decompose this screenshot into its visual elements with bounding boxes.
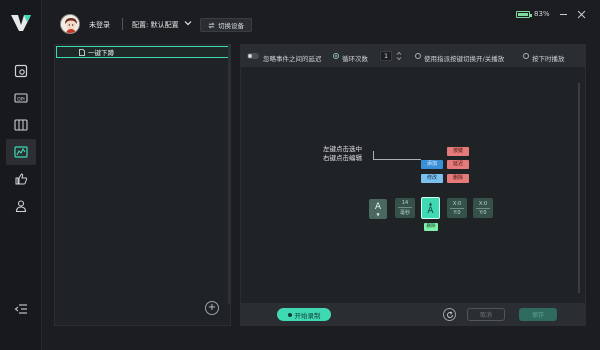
svg-text:DPI: DPI [17,96,25,102]
record-dot-icon [287,312,292,317]
key-down-arrow-icon: ▼ [376,211,380,217]
add-macro-button[interactable]: + [205,301,219,315]
macro-list-panel: 一键下蹲 [54,44,231,326]
sidebar-item-user[interactable] [6,193,36,219]
loop-count-input[interactable]: 1 [380,51,392,61]
macro-icon [14,146,28,158]
dpi-icon: DPI [14,93,28,103]
delay-unit: 毫秒 [399,210,410,216]
loop-label: 循环次数 [342,55,368,63]
avatar-icon [61,15,79,33]
selected-tag: 删除 [424,223,438,231]
sidebar-item-settings[interactable] [6,58,36,84]
mouse-position-tile[interactable]: X:0 Y:0 [473,198,493,218]
switch-device-button[interactable]: 切换设备 [200,18,252,32]
coord-x: X:0 [452,200,462,207]
coord-x: X:0 [478,200,488,207]
settings-panel-icon [14,64,28,78]
context-menu-add[interactable]: 添加 [421,160,443,169]
context-menu-edit[interactable]: 修改 [421,174,443,183]
thumbs-up-icon [15,173,28,185]
loop-count-stepper[interactable] [396,51,402,61]
stepper-arrows-icon [396,51,402,61]
plus-icon: + [207,302,217,313]
sidebar-item-dpi[interactable]: DPI [6,85,36,111]
hint-connector [373,159,421,160]
delay-value: 14 [401,200,409,206]
sidebar: DPI [0,0,42,350]
loop-radio[interactable] [333,53,339,59]
sidebar-item-like[interactable] [6,166,36,192]
refresh-icon [446,310,453,318]
minimize-button[interactable] [557,8,569,20]
battery-icon [516,10,532,18]
divider [122,18,123,30]
editor-scrollbar[interactable] [578,83,580,293]
context-menu-delay[interactable]: 延迟 [447,160,469,169]
start-record-label: 开始录制 [294,311,321,320]
start-record-button[interactable]: 开始录制 [277,308,331,321]
config-selector-label[interactable]: 配置: 默认配置 [132,20,179,30]
sidebar-item-keys[interactable] [6,112,36,138]
macro-list-item[interactable]: 一键下蹲 [56,46,230,58]
user-icon [15,200,27,213]
chevron-down-icon[interactable] [184,19,192,27]
hint-line-edit: 右键点击编辑 [323,154,362,162]
switch-device-label: 切换设备 [218,22,244,30]
ignore-delay-toggle[interactable] [247,53,259,59]
collapse-menu-button[interactable] [6,296,36,322]
file-icon [79,48,85,56]
editor-footer: 开始录制 取消 保存 [241,303,585,325]
macro-editor-panel: 忽略事件之间的延迟 循环次数 1 使用指派按键切换开/关播放 按下时播放 左键点… [240,44,586,326]
close-button[interactable] [575,8,587,20]
reset-button[interactable] [443,308,456,321]
cancel-button[interactable]: 取消 [467,308,505,321]
battery-percent: 83% [534,10,550,18]
battery-fill [518,12,528,16]
toggle-play-radio[interactable] [415,53,421,59]
toggle-play-label: 使用指派按键切换开/关播放 [424,55,505,63]
context-menu-key[interactable]: 按键 [447,147,469,156]
macro-item-label: 一键下蹲 [88,49,114,57]
coord-y: Y:0 [453,209,461,216]
swap-icon [208,22,215,28]
close-icon [577,10,585,18]
battery-status: 83% [516,10,550,18]
top-bar: 未登录 配置: 默认配置 切换设备 83% [42,0,600,40]
hold-play-label: 按下时播放 [532,55,565,63]
coord-y: Y:0 [479,209,487,216]
editor-hint: 左键点击选中 右键点击编辑 [323,145,362,163]
divider [450,207,464,209]
selected-key-label: A [427,205,434,216]
hold-play-radio[interactable] [523,53,529,59]
ignore-delay-label: 忽略事件之间的延迟 [263,55,322,63]
collapse-menu-icon [14,304,27,314]
mouse-position-tile[interactable]: X:0 Y:0 [447,198,467,218]
minimize-icon [559,13,567,15]
selected-key-event-tile[interactable]: ▲ A [421,197,440,219]
divider [476,207,490,209]
keyboard-icon [14,119,28,131]
context-menu-delete[interactable]: 删除 [447,174,469,183]
delay-event-tile[interactable]: 14 毫秒 [395,198,415,218]
key-event-tile[interactable]: A ▼ [369,199,387,219]
key-label: A [374,201,382,212]
divider [398,207,412,208]
macro-list-scrollbar[interactable] [228,44,231,304]
sidebar-item-macro[interactable] [6,139,36,165]
v-logo-icon [11,15,31,31]
save-button[interactable]: 保存 [519,308,557,321]
login-status[interactable]: 未登录 [89,20,110,30]
hint-line-select: 左键点击选中 [323,145,362,153]
options-bar: 忽略事件之间的延迟 循环次数 1 使用指派按键切换开/关播放 按下时播放 [241,45,585,67]
avatar[interactable] [60,14,80,34]
